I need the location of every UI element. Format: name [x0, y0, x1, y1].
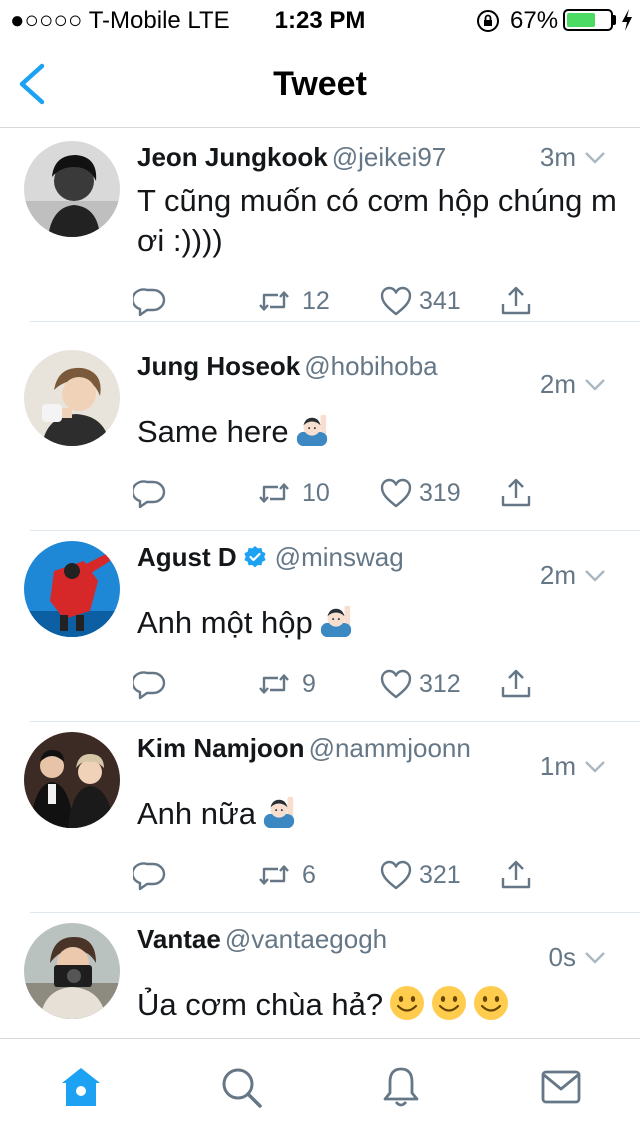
- tweet-actions: 9 312: [0, 667, 640, 707]
- caret-down-icon[interactable]: [582, 371, 608, 397]
- like-icon[interactable]: [379, 858, 413, 892]
- like-count: 319: [419, 479, 461, 507]
- like-icon[interactable]: [379, 284, 413, 318]
- tweet-text: Ủa cơm chùa hả?: [137, 987, 384, 1022]
- retweet-icon[interactable]: [257, 476, 291, 510]
- tweet-text: Anh một hộp: [137, 605, 313, 640]
- retweet-icon[interactable]: [257, 667, 291, 701]
- battery-tip: [613, 15, 616, 25]
- verified-badge-icon: [243, 545, 267, 569]
- tweet-item[interactable]: Jeon Jungkook @jeikei97 3m T cũng muốn có…: [0, 131, 640, 322]
- caret-down-icon[interactable]: [582, 944, 608, 970]
- caret-down-icon[interactable]: [582, 753, 608, 779]
- retweet-icon[interactable]: [257, 858, 291, 892]
- page-title: Tweet: [273, 65, 367, 103]
- smiley-emoji: [431, 985, 467, 1021]
- author-name[interactable]: Jeon Jungkook: [137, 142, 328, 172]
- status-bar: ●○○○○ T-Mobile LTE 1:23 PM 67%: [0, 0, 640, 40]
- battery-level-fill: [567, 13, 595, 27]
- caret-down-icon[interactable]: [582, 562, 608, 588]
- author-handle[interactable]: @jeikei97: [332, 142, 447, 172]
- tweet-timestamp: 2m: [539, 369, 576, 399]
- retweet-count: 12: [302, 287, 330, 315]
- share-icon[interactable]: [499, 284, 533, 318]
- tweet-text: T cũng muốn có cơm hộp chúng m ơi :)))): [137, 183, 617, 258]
- tweet-text-line: Anh một hộp: [137, 603, 617, 643]
- author-name[interactable]: Jung Hoseok: [137, 351, 300, 381]
- tweet-actions: 10 319: [0, 476, 640, 516]
- share-icon[interactable]: [499, 858, 533, 892]
- retweet-count: 6: [302, 861, 316, 889]
- author-name[interactable]: Vantae: [137, 924, 221, 954]
- tweet-text-line: Same here: [137, 412, 617, 452]
- smiley-emoji: [473, 985, 509, 1021]
- like-icon[interactable]: [379, 476, 413, 510]
- reply-icon[interactable]: [133, 858, 167, 892]
- raising-hand-emoji: [295, 413, 329, 447]
- like-count: 312: [419, 670, 461, 698]
- avatar[interactable]: [24, 923, 120, 1019]
- like-count: 341: [419, 287, 461, 315]
- caret-down-icon[interactable]: [582, 144, 608, 170]
- avatar[interactable]: [24, 141, 120, 237]
- tweet-timestamp: 0s: [548, 942, 576, 972]
- tweet-timestamp: 1m: [539, 751, 576, 781]
- navigation-bar: Tweet: [0, 40, 640, 128]
- author-handle[interactable]: @vantaegogh: [225, 924, 387, 954]
- reply-icon[interactable]: [133, 476, 167, 510]
- like-icon[interactable]: [379, 667, 413, 701]
- tweet-text-line: Ủa cơm chùa hả?: [137, 985, 617, 1025]
- share-icon[interactable]: [499, 667, 533, 701]
- retweet-count: 9: [302, 670, 316, 698]
- home-icon[interactable]: [59, 1065, 103, 1109]
- rotation-lock-icon: [477, 10, 499, 32]
- tweet-text-line: Anh nữa: [137, 794, 617, 834]
- smiley-emoji: [389, 985, 425, 1021]
- avatar[interactable]: [24, 350, 120, 446]
- charging-bolt-icon: [622, 9, 632, 31]
- tweet-item[interactable]: Vantae @vantaegogh 0s Ủa cơm chùa hả?: [0, 913, 640, 1038]
- notifications-icon[interactable]: [379, 1065, 423, 1109]
- battery-icon: [563, 9, 613, 31]
- tweet-actions: 6 321: [0, 858, 640, 898]
- tweet-header: Vantae @vantaegogh: [137, 921, 617, 957]
- author-name[interactable]: Agust D: [137, 542, 237, 572]
- author-handle[interactable]: @minswag: [275, 542, 404, 572]
- tab-bar: [0, 1038, 640, 1136]
- tweet-timestamp: 3m: [539, 142, 576, 172]
- raising-hand-emoji: [319, 604, 353, 638]
- reply-icon[interactable]: [133, 667, 167, 701]
- messages-icon[interactable]: [539, 1065, 583, 1109]
- tweet-text: Anh nữa: [137, 796, 257, 831]
- tweet-item[interactable]: Kim Namjoon @nammjoonn 1m Anh nữa 6 321: [0, 722, 640, 913]
- tweet-item[interactable]: Jung Hoseok @hobihoba 2m Same here 10 319: [0, 340, 640, 531]
- tweet-item[interactable]: Agust D @minswag 2m Anh một hộp 9 312: [0, 531, 640, 722]
- share-icon[interactable]: [499, 476, 533, 510]
- tweet-actions: 12 341: [0, 284, 640, 324]
- avatar[interactable]: [24, 732, 120, 828]
- author-handle[interactable]: @nammjoonn: [309, 733, 471, 763]
- retweet-count: 10: [302, 479, 330, 507]
- tweet-timestamp: 2m: [539, 560, 576, 590]
- avatar[interactable]: [24, 541, 120, 637]
- reply-icon[interactable]: [133, 284, 167, 318]
- divider: [30, 321, 640, 322]
- battery-percent: 67%: [510, 7, 559, 34]
- retweet-icon[interactable]: [257, 284, 291, 318]
- like-count: 321: [419, 861, 461, 889]
- tweet-text: Same here: [137, 414, 289, 449]
- author-name[interactable]: Kim Namjoon: [137, 733, 305, 763]
- author-handle[interactable]: @hobihoba: [304, 351, 437, 381]
- raising-hand-emoji: [262, 795, 296, 829]
- search-icon[interactable]: [219, 1065, 263, 1109]
